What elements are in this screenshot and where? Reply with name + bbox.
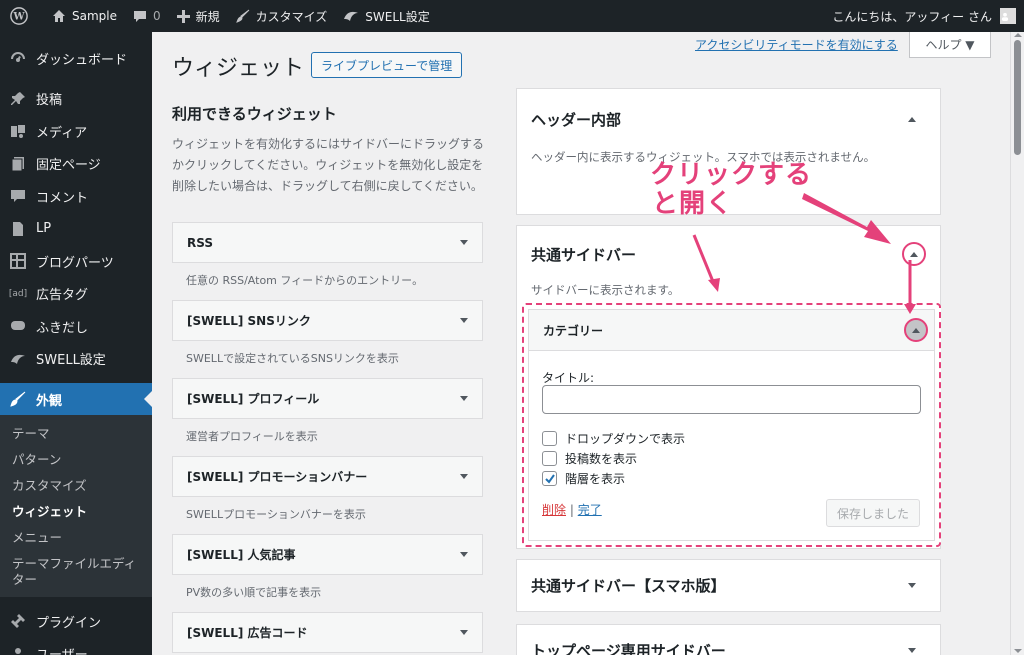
scroll-down-icon[interactable] [1014,649,1022,653]
submenu-item-themes[interactable]: テーマ [0,421,152,447]
sidebar-item-appearance[interactable]: 外観 [0,383,152,415]
sidebar-item-posts[interactable]: 投稿 [0,83,152,116]
sidebar-item-ad-tags[interactable]: [ad] 広告タグ [0,278,152,311]
submenu-item-widgets[interactable]: ウィジェット [0,499,152,525]
submenu-item-theme-file-editor[interactable]: テーマファイルエディター [0,551,152,593]
bubble-icon [8,316,28,336]
sidebar-item-blog-parts[interactable]: ブログパーツ [0,245,152,278]
site-name-link[interactable]: Sample [44,0,125,32]
submenu-item-customize[interactable]: カスタマイズ [0,473,152,499]
submenu-item-menus[interactable]: メニュー [0,525,152,551]
avatar [1000,8,1016,24]
home-icon [53,10,65,22]
page-icon [8,154,28,174]
annotation-arrows [692,193,916,314]
brush-icon [8,389,28,409]
brush-icon [235,9,250,23]
comments-count: 0 [153,9,161,23]
sidebar-item-users[interactable]: ユーザー [0,638,152,655]
comment-icon [8,186,28,206]
pin-icon [8,89,28,109]
svg-text:W: W [12,12,25,23]
submenu-item-patterns[interactable]: パターン [0,447,152,473]
sidebar-item-balloon[interactable]: ふきだし [0,310,152,343]
plugin-icon [8,611,28,631]
page-scrollbar[interactable] [1010,32,1024,655]
sidebar-item-pages[interactable]: 固定ページ [0,148,152,181]
swell-settings-link[interactable]: SWELL設定 [335,0,437,32]
media-icon [8,121,28,141]
admin-bar: W Sample 0 新規 カスタマイズ SWELL設定 こんにちは、アッフィー… [0,0,1024,32]
scrollbar-thumb[interactable] [1014,40,1021,155]
dashboard-icon [8,48,28,68]
plus-icon [176,9,190,23]
scroll-up-icon[interactable] [1014,33,1022,37]
main-content: ウィジェット ライブプレビューで管理 アクセシビリティモードを有効にする ヘルプ… [152,32,1010,655]
user-icon [8,644,28,655]
comments-link[interactable]: 0 [125,0,169,32]
wordpress-logo-icon[interactable]: W [0,0,44,32]
sidebar-item-media[interactable]: メディア [0,115,152,148]
swell-icon [344,11,359,21]
sidebar-item-swell-settings[interactable]: SWELL設定 [0,343,152,376]
admin-sidebar: ダッシュボード 投稿 メディア 固定ページ コメント LP ブログパーツ [ad… [0,32,152,655]
document-icon [8,219,28,239]
sidebar-item-plugins[interactable]: プラグイン [0,605,152,638]
site-name: Sample [72,9,117,23]
sidebar-item-lp[interactable]: LP [0,213,152,246]
new-content-link[interactable]: 新規 [169,0,228,32]
annotation-arrow-big [802,193,891,244]
greeting: こんにちは、アッフィー さん [832,9,992,24]
ad-icon: [ad] [8,288,28,299]
swell-icon [8,349,28,369]
customize-link[interactable]: カスタマイズ [228,0,336,32]
sidebar-item-dashboard[interactable]: ダッシュボード [0,42,152,75]
grid-icon [8,251,28,271]
annotation-arrow-thin [692,234,716,285]
sidebar-item-comments[interactable]: コメント [0,180,152,213]
comment-icon [134,11,146,22]
user-account-menu[interactable]: こんにちは、アッフィー さん [824,0,1024,32]
appearance-submenu: テーマ パターン カスタマイズ ウィジェット メニュー テーマファイルエディター [0,415,152,597]
